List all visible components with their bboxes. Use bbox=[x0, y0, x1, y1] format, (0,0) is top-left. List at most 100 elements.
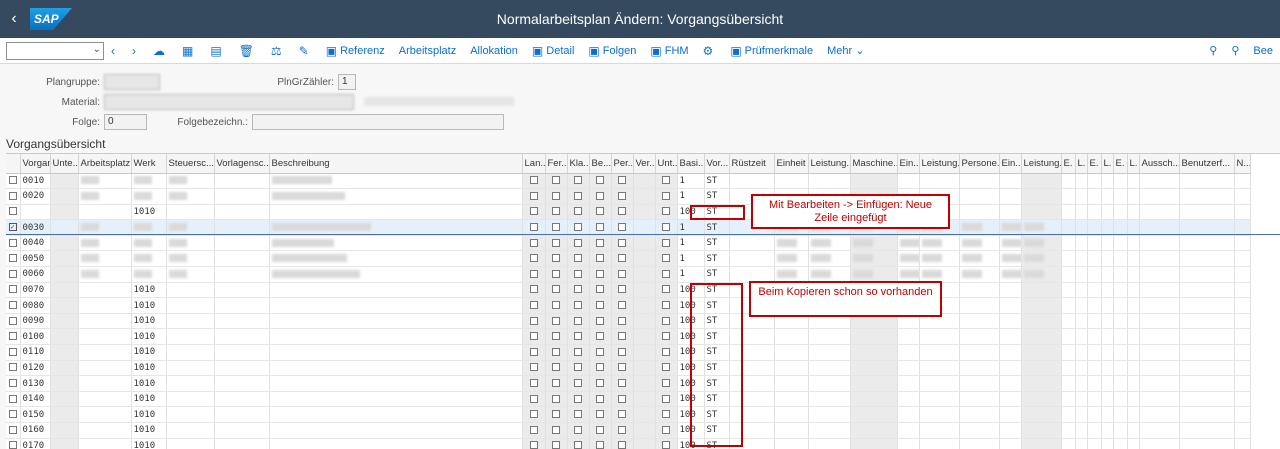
column-header-33[interactable]: Benutzerf... bbox=[1179, 154, 1235, 174]
table-cell[interactable] bbox=[897, 266, 920, 283]
table-cell[interactable] bbox=[808, 344, 851, 361]
table-cell[interactable] bbox=[655, 328, 678, 346]
table-cell[interactable]: 0110 bbox=[20, 344, 51, 361]
table-cell[interactable] bbox=[774, 422, 809, 439]
table-cell[interactable] bbox=[6, 173, 21, 190]
table-cell[interactable] bbox=[633, 204, 656, 221]
flag-checkbox[interactable] bbox=[574, 191, 582, 200]
table-cell[interactable] bbox=[1113, 391, 1128, 408]
flag-checkbox[interactable] bbox=[662, 394, 670, 403]
row-select-checkbox[interactable] bbox=[8, 191, 17, 200]
table-cell[interactable] bbox=[850, 391, 898, 408]
flag-checkbox[interactable] bbox=[529, 441, 538, 449]
table-cell[interactable] bbox=[78, 375, 132, 392]
flag-checkbox[interactable] bbox=[662, 441, 670, 449]
table-cell[interactable]: ST bbox=[704, 235, 730, 252]
table-cell[interactable] bbox=[50, 422, 79, 439]
column-header-18[interactable]: Einheit bbox=[774, 154, 809, 174]
table-cell[interactable]: 0070 bbox=[20, 282, 51, 299]
table-cell[interactable] bbox=[999, 266, 1022, 283]
flag-checkbox[interactable] bbox=[574, 394, 582, 403]
flag-checkbox[interactable] bbox=[618, 441, 626, 449]
table-cell[interactable] bbox=[1087, 266, 1102, 283]
table-cell[interactable] bbox=[729, 173, 775, 190]
table-cell[interactable] bbox=[522, 438, 546, 449]
table-cell[interactable] bbox=[655, 406, 678, 423]
table-cell[interactable] bbox=[1021, 406, 1062, 423]
table-cell[interactable] bbox=[655, 344, 678, 361]
table-cell[interactable] bbox=[808, 406, 851, 423]
column-header-19[interactable]: Leistung... bbox=[808, 154, 851, 174]
table-cell[interactable]: 1010 bbox=[131, 406, 167, 423]
table-cell[interactable] bbox=[6, 188, 21, 205]
table-cell[interactable] bbox=[1234, 188, 1251, 205]
table-cell[interactable] bbox=[1021, 391, 1062, 408]
table-cell[interactable] bbox=[1139, 282, 1180, 299]
table-cell[interactable] bbox=[1113, 375, 1128, 392]
flag-checkbox[interactable] bbox=[552, 363, 560, 372]
table-cell[interactable] bbox=[567, 360, 590, 377]
table-row[interactable]: 0110 1010 100 ST bbox=[6, 344, 1251, 361]
table-cell[interactable] bbox=[589, 250, 612, 268]
table-cell[interactable] bbox=[545, 235, 568, 252]
table-cell[interactable] bbox=[897, 235, 920, 252]
flag-checkbox[interactable] bbox=[529, 269, 538, 278]
table-cell[interactable] bbox=[1087, 297, 1102, 314]
table-cell[interactable] bbox=[959, 266, 1000, 283]
flag-checkbox[interactable] bbox=[552, 301, 560, 310]
column-header-31[interactable]: L. bbox=[1127, 154, 1140, 174]
table-cell[interactable] bbox=[611, 375, 634, 392]
table-cell[interactable] bbox=[1021, 188, 1062, 205]
column-header-29[interactable]: L. bbox=[1101, 154, 1114, 174]
table-cell[interactable] bbox=[131, 250, 167, 268]
flag-checkbox[interactable] bbox=[596, 285, 604, 294]
row-select-checkbox[interactable] bbox=[8, 238, 17, 247]
flag-checkbox[interactable] bbox=[552, 285, 560, 294]
table-cell[interactable] bbox=[50, 204, 79, 221]
flag-checkbox[interactable] bbox=[618, 254, 626, 263]
table-cell[interactable] bbox=[999, 344, 1022, 361]
table-cell[interactable] bbox=[567, 328, 590, 346]
table-cell[interactable] bbox=[1101, 328, 1114, 346]
table-cell[interactable] bbox=[269, 173, 523, 190]
table-cell[interactable] bbox=[808, 438, 851, 449]
table-cell[interactable] bbox=[655, 422, 678, 439]
table-cell[interactable] bbox=[1061, 266, 1076, 283]
flag-checkbox[interactable] bbox=[529, 425, 538, 434]
flag-checkbox[interactable] bbox=[618, 410, 626, 419]
flag-checkbox[interactable] bbox=[662, 363, 670, 372]
table-cell[interactable] bbox=[959, 422, 1000, 439]
table-cell[interactable] bbox=[1075, 188, 1088, 205]
table-cell[interactable] bbox=[166, 250, 215, 268]
table-cell[interactable] bbox=[1075, 422, 1088, 439]
row-select-checkbox[interactable] bbox=[8, 254, 17, 263]
table-cell[interactable] bbox=[214, 360, 270, 377]
table-cell[interactable] bbox=[166, 266, 215, 283]
table-cell[interactable] bbox=[1075, 282, 1088, 299]
row-select-checkbox[interactable] bbox=[8, 425, 17, 434]
table-cell[interactable] bbox=[214, 422, 270, 439]
table-cell[interactable] bbox=[774, 344, 809, 361]
table-cell[interactable] bbox=[959, 406, 1000, 423]
table-cell[interactable] bbox=[522, 266, 546, 283]
table-cell[interactable] bbox=[545, 328, 568, 346]
table-cell[interactable] bbox=[1127, 422, 1140, 439]
table-cell[interactable] bbox=[1113, 297, 1128, 314]
table-cell[interactable] bbox=[897, 406, 920, 423]
table-cell[interactable]: 1010 bbox=[131, 313, 167, 330]
table-cell[interactable] bbox=[545, 391, 568, 408]
table-cell[interactable] bbox=[50, 375, 79, 392]
table-cell[interactable] bbox=[774, 406, 809, 423]
sap-logo[interactable]: SAP bbox=[30, 8, 72, 30]
table-cell[interactable] bbox=[959, 344, 1000, 361]
table-cell[interactable] bbox=[774, 375, 809, 392]
table-cell[interactable] bbox=[1179, 406, 1235, 423]
table-cell[interactable] bbox=[1113, 406, 1128, 423]
flag-checkbox[interactable] bbox=[618, 176, 626, 185]
table-cell[interactable] bbox=[1061, 438, 1076, 449]
table-cell[interactable] bbox=[1075, 375, 1088, 392]
table-cell[interactable] bbox=[729, 250, 775, 268]
table-cell[interactable] bbox=[1101, 235, 1114, 252]
table-cell[interactable] bbox=[1179, 297, 1235, 314]
table-cell[interactable] bbox=[959, 360, 1000, 377]
